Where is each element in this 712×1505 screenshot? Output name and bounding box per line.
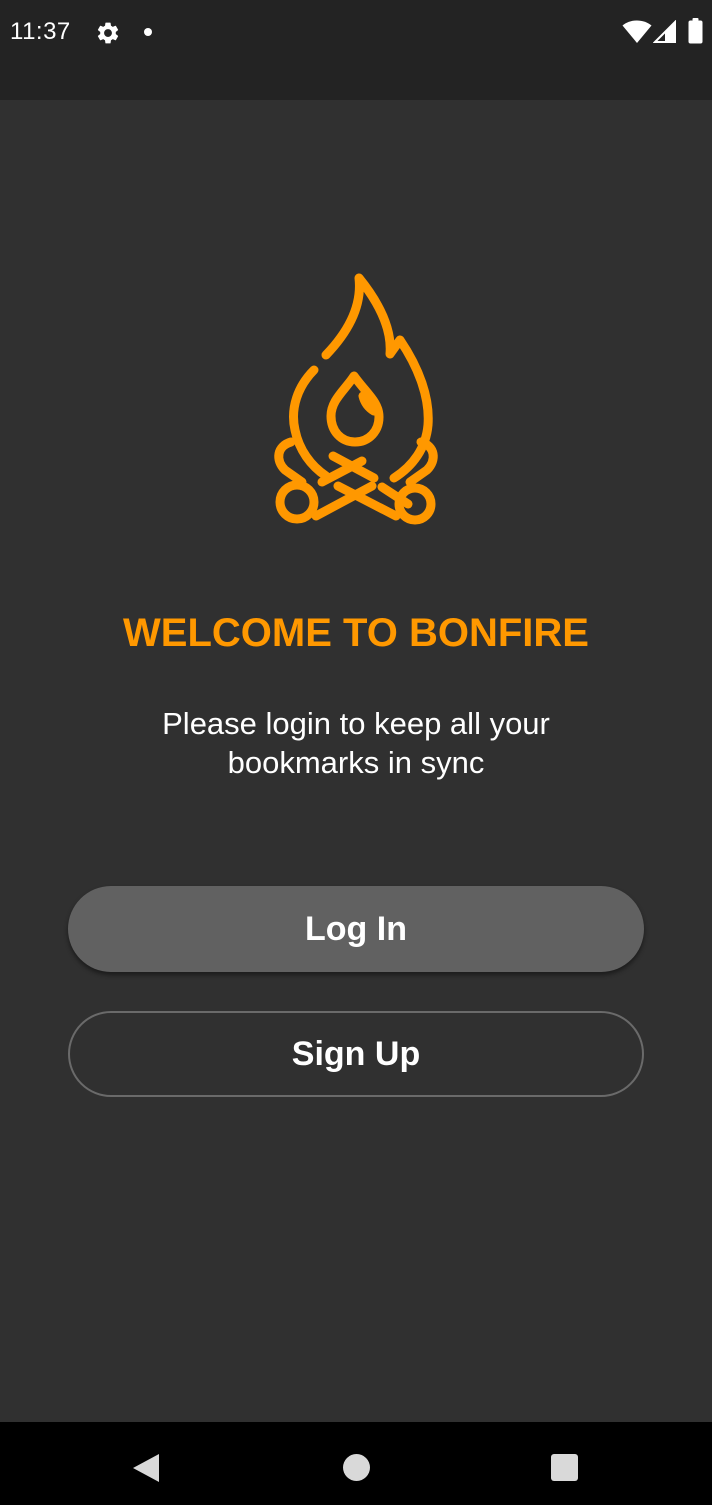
login-button-label: Log In [305,909,407,948]
recents-icon[interactable] [551,1454,578,1481]
cell-signal-icon [652,19,677,44]
signup-button-label: Sign Up [291,1034,421,1073]
welcome-title: WELCOME TO BONFIRE [123,611,589,655]
notification-dot-icon [144,28,152,36]
navigation-bar [0,1422,712,1505]
status-bar: 11:37 [0,0,712,64]
screen: 11:37 WELCOME TO BONFIRE Please login to… [0,0,712,1505]
battery-icon [688,18,703,44]
welcome-subtitle: Please login to keep all your bookmarks … [162,706,550,780]
welcome-content: WELCOME TO BONFIRE Please login to keep … [0,100,712,1422]
bonfire-icon [266,270,446,554]
app-bar [0,64,712,100]
login-button[interactable]: Log In [68,886,644,972]
wifi-icon [622,20,652,44]
signup-button[interactable]: Sign Up [68,1011,644,1097]
gear-icon [95,20,121,46]
back-icon[interactable] [131,1452,161,1484]
status-time: 11:37 [10,18,71,45]
home-icon[interactable] [343,1454,370,1481]
